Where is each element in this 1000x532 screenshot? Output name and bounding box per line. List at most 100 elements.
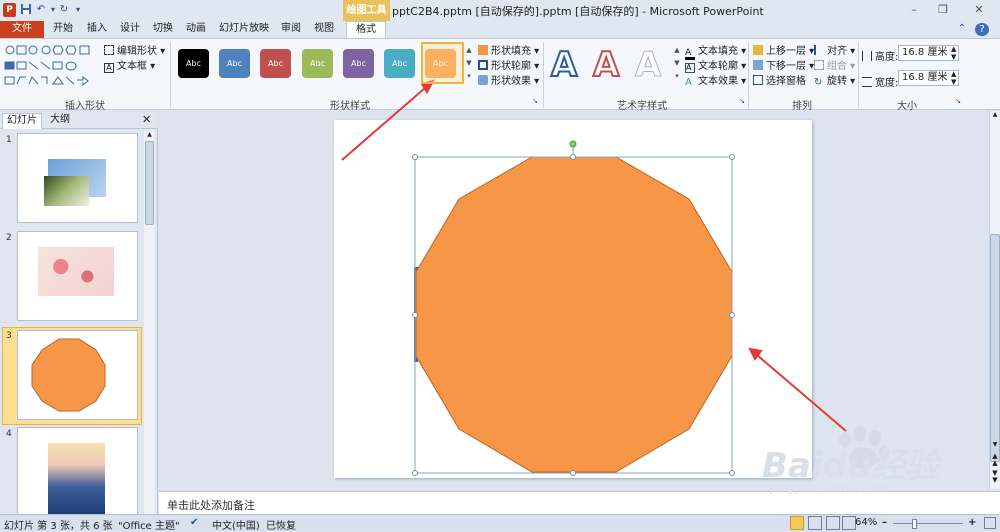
edit-shape-button[interactable]: 编辑形状 ▾	[104, 42, 165, 57]
scroll-down-icon[interactable]: ▼	[990, 441, 1000, 451]
zoom-in-icon[interactable]: +	[968, 517, 976, 528]
shape-outline-button[interactable]: 形状轮廓 ▾	[478, 57, 539, 72]
save-icon[interactable]	[20, 3, 32, 17]
wordart-gallery-scroll[interactable]: ▲ ▼ ▾	[673, 44, 681, 86]
previous-slide-icon[interactable]: ▲ ▲	[990, 453, 1000, 467]
zoom-level[interactable]: 64%	[855, 517, 877, 528]
height-icon	[862, 51, 872, 61]
normal-view-icon[interactable]	[790, 516, 804, 530]
tab-slides[interactable]: 幻灯片	[2, 113, 42, 129]
slide-thumbnail-2[interactable]	[17, 231, 138, 321]
undo-icon[interactable]: ↶	[35, 3, 47, 17]
tab-home[interactable]: 开始	[50, 21, 76, 38]
edit-shape-icon	[104, 45, 114, 55]
theme-status: "Office 主题"	[118, 521, 180, 532]
thumbnail-image	[48, 443, 105, 516]
tab-review[interactable]: 审阅	[278, 21, 304, 38]
help-icon[interactable]: ?	[975, 23, 989, 36]
tab-outline[interactable]: 大纲	[46, 113, 74, 129]
restore-button[interactable]: ❐	[932, 2, 954, 18]
tab-file[interactable]: 文件	[0, 21, 44, 38]
shape-fill-button[interactable]: 形状填充 ▾	[478, 42, 539, 57]
next-slide-icon[interactable]: ▼ ▼	[990, 470, 1000, 484]
notes-placeholder: 单击此处添加备注	[167, 499, 255, 512]
tab-format[interactable]: 格式	[346, 21, 386, 38]
tab-design[interactable]: 设计	[117, 21, 143, 38]
slide-thumbnail-3[interactable]	[17, 330, 138, 420]
text-outline-button[interactable]: A 文本轮廓 ▾	[685, 57, 746, 73]
slide-thumbnail-4[interactable]	[17, 427, 138, 516]
wordart-style-gray[interactable]: A	[634, 47, 661, 84]
title-bar: P ↶ ▾ ↻ ▾ 绘图工具 pptC2B4.pptm [自动保存的].pptm…	[0, 0, 1000, 21]
scroll-thumb[interactable]	[990, 234, 1000, 462]
slides-panel: 幻灯片 大纲 ✕ 1 2 3 4 ▲	[0, 111, 158, 516]
slide-thumbnail-1[interactable]	[17, 133, 138, 223]
slide-sorter-view-icon[interactable]	[808, 516, 822, 530]
zoom-slider-track[interactable]	[893, 523, 963, 524]
fit-to-window-icon[interactable]	[984, 517, 996, 529]
shape-styles-group-label: 形状样式	[330, 101, 370, 112]
bring-forward-button[interactable]: 上移一层 ▾	[753, 42, 814, 57]
reading-view-icon[interactable]	[826, 516, 840, 530]
wordart-style-blue[interactable]: A	[550, 46, 578, 84]
minimize-button[interactable]: –	[903, 2, 925, 18]
spellcheck-icon[interactable]: ✔	[190, 517, 198, 528]
customize-qat-icon[interactable]: ▾	[72, 3, 84, 17]
zoom-out-icon[interactable]: –	[882, 517, 887, 528]
tab-insert[interactable]: 插入	[84, 21, 110, 38]
shape-style-swatch[interactable]: Abc	[302, 49, 333, 78]
wordart-style-red[interactable]: A	[592, 46, 620, 84]
width-spinner[interactable]: ▲ ▼	[951, 70, 956, 86]
slide-scrollbar[interactable]: ▲ ▼ ▲ ▲ ▼ ▼	[989, 111, 1000, 489]
powerpoint-logo-icon: P	[3, 3, 16, 17]
shape-style-swatch[interactable]: Abc	[343, 49, 374, 78]
shape-effects-button[interactable]: 形状效果 ▾	[478, 72, 539, 87]
dodecagon-shape[interactable]	[334, 120, 812, 478]
shape-style-swatch[interactable]: Abc	[219, 49, 250, 78]
shape-gallery[interactable]	[3, 42, 99, 90]
width-input[interactable]: 16.8 厘米	[898, 70, 959, 86]
shape-styles-launcher-icon[interactable]: ↘	[530, 97, 540, 105]
selection-pane-button[interactable]: 选择窗格	[753, 72, 806, 87]
effects-icon	[478, 75, 488, 85]
shape-style-swatch[interactable]: Abc	[384, 49, 415, 78]
thumbnail-image	[38, 247, 114, 296]
slideshow-view-icon[interactable]	[842, 516, 856, 530]
wordart-launcher-icon[interactable]: ↘	[737, 97, 747, 105]
text-box-icon: A	[104, 63, 114, 73]
tab-transitions[interactable]: 切换	[150, 21, 176, 38]
tab-view[interactable]: 视图	[311, 21, 337, 38]
close-panel-icon[interactable]: ✕	[138, 113, 155, 129]
scroll-up-icon[interactable]: ▲	[990, 111, 1000, 121]
tab-slideshow[interactable]: 幻灯片放映	[217, 21, 271, 38]
send-backward-icon	[753, 60, 763, 70]
height-input[interactable]: 16.8 厘米	[898, 45, 959, 61]
send-backward-button[interactable]: 下移一层 ▾	[753, 57, 814, 72]
collapse-ribbon-icon[interactable]: ⌃	[955, 21, 969, 38]
shape-style-swatch[interactable]: Abc	[425, 49, 456, 78]
size-launcher-icon[interactable]: ↘	[953, 97, 963, 105]
text-box-button[interactable]: A 文本框 ▾	[104, 57, 155, 73]
tab-animations[interactable]: 动画	[183, 21, 209, 38]
rotate-button[interactable]: ↻ 旋转 ▾	[814, 72, 855, 89]
panel-scrollbar[interactable]: ▲	[144, 131, 155, 514]
scroll-up-icon[interactable]: ▲	[145, 131, 154, 140]
language-status[interactable]: 中文(中国)	[212, 517, 260, 532]
height-spinner[interactable]: ▲ ▼	[951, 45, 956, 61]
pen-icon	[478, 60, 488, 70]
align-button[interactable]: 对齐 ▾	[814, 42, 855, 57]
align-icon	[814, 45, 824, 55]
scroll-thumb[interactable]	[145, 141, 154, 225]
shape-style-swatch[interactable]: Abc	[260, 49, 291, 78]
ribbon-tab-bar: 文件 开始 插入 设计 切换 动画 幻灯片放映 审阅 视图 格式 ⌃ ?	[0, 21, 1000, 38]
zoom-slider-thumb[interactable]	[912, 519, 917, 529]
slide-number: 3	[6, 331, 12, 341]
text-effects-button[interactable]: A 文本效果 ▾	[685, 72, 746, 89]
close-button[interactable]: ✕	[968, 2, 990, 18]
shape-style-swatch[interactable]: Abc	[178, 49, 209, 78]
group-button[interactable]: 组合 ▾	[814, 57, 855, 72]
redo-icon[interactable]: ↻	[58, 3, 70, 17]
insert-shapes-group-label: 插入形状	[65, 101, 105, 112]
slide-canvas[interactable]	[334, 120, 812, 478]
gallery-scroll[interactable]: ▲ ▼ ▾	[465, 44, 473, 86]
